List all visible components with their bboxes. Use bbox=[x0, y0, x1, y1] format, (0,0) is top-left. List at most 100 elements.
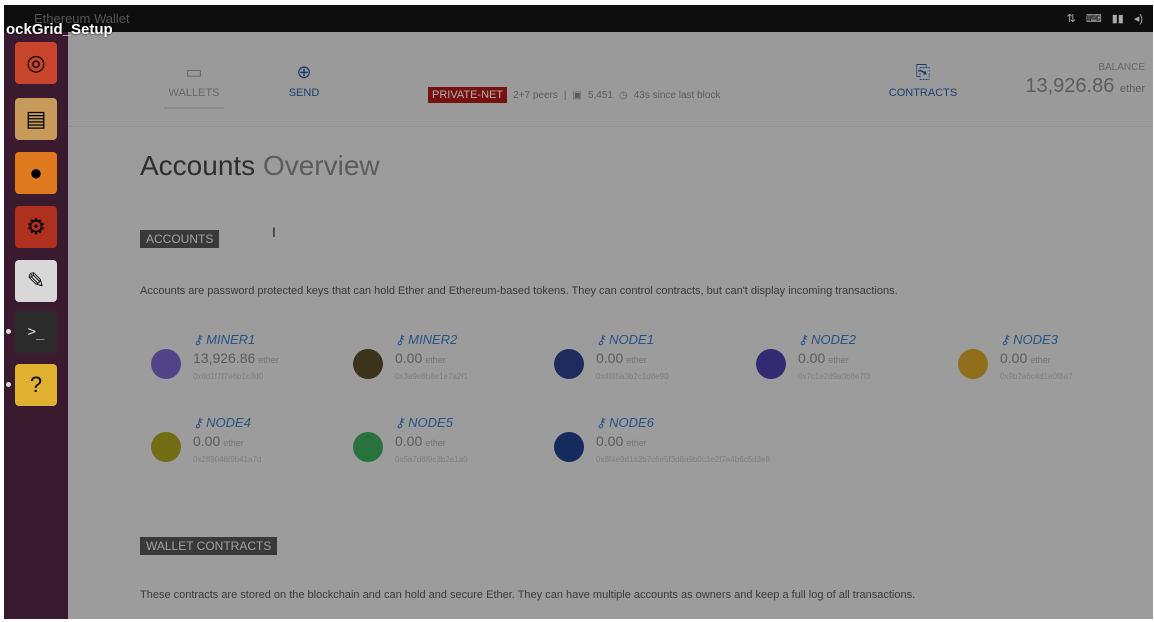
balance-display: BALANCE 13,926.86 ether bbox=[1025, 62, 1145, 98]
account-avatar bbox=[353, 349, 383, 379]
account-balance: 0.00 ether bbox=[596, 350, 647, 366]
account-name: ⚷ NODE3 bbox=[1000, 332, 1058, 347]
account-avatar bbox=[554, 349, 584, 379]
system-settings-icon: ⚙ bbox=[26, 214, 46, 239]
account-name-text: NODE4 bbox=[206, 415, 251, 430]
launcher-item[interactable]: ● bbox=[15, 152, 57, 194]
account-name-text: NODE2 bbox=[811, 332, 856, 347]
top-panel: Ethereum Wallet ⇅ ⌨ ▮▮ ◂) bbox=[4, 5, 1153, 32]
block-number: 5,451 bbox=[587, 89, 613, 101]
unity-launcher: ◎ ▤ ● ⚙ ✎ >_ ? bbox=[4, 32, 68, 619]
account-unit: ether bbox=[425, 438, 446, 448]
separator: | bbox=[563, 89, 567, 101]
account-amount: 13,926.86 bbox=[193, 350, 256, 366]
tab-send-label: SEND bbox=[288, 87, 320, 99]
account-name-text: MINER2 bbox=[408, 332, 458, 347]
network-icon[interactable]: ⇅ bbox=[1067, 12, 1076, 25]
account-name: ⚷ NODE5 bbox=[395, 415, 453, 430]
folder-icon: ▭ bbox=[185, 62, 203, 82]
account-name-text: NODE6 bbox=[609, 415, 654, 430]
page-title-bold: Accounts bbox=[140, 150, 256, 181]
network-status: PRIVATE-NET 2+7 peers | ▣ 5,451 ◷ 43s si… bbox=[428, 87, 720, 103]
firefox-icon: ● bbox=[29, 160, 43, 185]
account-name: ⚷ NODE6 bbox=[596, 415, 654, 430]
account-unit: ether bbox=[828, 355, 849, 365]
block-icon: ▣ bbox=[572, 89, 582, 101]
account-address: 0x8d1f7f7e6b1c3d0 bbox=[193, 372, 264, 381]
text-cursor-icon: I bbox=[272, 224, 276, 240]
top-nav: ▭ WALLETS ⊕ SEND PRIVATE-NET 2+7 peers |… bbox=[68, 32, 1153, 127]
account-address: 0x3a9e8b8e1e7a2f1 bbox=[395, 372, 468, 381]
account-address: 0x2ff9048f9b41a7d bbox=[193, 455, 262, 464]
account-unit: ether bbox=[626, 355, 647, 365]
account-card[interactable]: ⚷ MINER2 0.00 ether 0x3a9e8b8e1e7a2f1 bbox=[340, 332, 530, 388]
account-name: ⚷ NODE4 bbox=[193, 415, 251, 430]
account-name: ⚷ MINER2 bbox=[395, 332, 458, 347]
account-address: 0x9b2a6c4d1e0f8a7 bbox=[1000, 372, 1073, 381]
volume-icon[interactable]: ◂) bbox=[1134, 12, 1143, 25]
account-name-text: NODE1 bbox=[609, 332, 654, 347]
account-balance: 0.00 ether bbox=[596, 433, 647, 449]
terminal-icon: >_ bbox=[27, 324, 45, 340]
launcher-item[interactable]: ✎ bbox=[15, 260, 57, 302]
tab-wallets[interactable]: ▭ WALLETS bbox=[164, 62, 224, 109]
contracts-icon: ⎘ bbox=[915, 62, 931, 82]
account-card[interactable]: ⚷ NODE1 0.00 ether 0x4f85a3b2c1d8e90 bbox=[541, 332, 731, 388]
peer-count: 2+7 peers bbox=[513, 89, 558, 101]
account-avatar bbox=[151, 349, 181, 379]
account-balance: 13,926.86 ether bbox=[193, 350, 279, 366]
launcher-item[interactable]: ▤ bbox=[15, 98, 57, 140]
wallet-app: ▭ WALLETS ⊕ SEND PRIVATE-NET 2+7 peers |… bbox=[68, 32, 1153, 619]
account-avatar bbox=[554, 432, 584, 462]
account-card[interactable]: ⚷ NODE2 0.00 ether 0x7c1e2d9a0b8e7f3 bbox=[743, 332, 933, 388]
desktop-screen: Ethereum Wallet ⇅ ⌨ ▮▮ ◂) ◎ ▤ ● ⚙ ✎ >_ ?… bbox=[4, 5, 1153, 619]
account-amount: 0.00 bbox=[193, 433, 221, 449]
launcher-item[interactable]: ? bbox=[15, 364, 57, 406]
account-balance: 0.00 ether bbox=[798, 350, 849, 366]
keyboard-icon[interactable]: ⌨ bbox=[1086, 12, 1102, 25]
account-amount: 0.00 bbox=[395, 350, 423, 366]
account-card[interactable]: ⚷ NODE4 0.00 ether 0x2ff9048f9b41a7d bbox=[138, 415, 328, 471]
account-name: ⚷ MINER1 bbox=[193, 332, 256, 347]
launcher-item[interactable]: ◎ bbox=[15, 42, 57, 84]
files-icon: ▤ bbox=[25, 106, 47, 131]
account-avatar bbox=[756, 349, 786, 379]
account-avatar bbox=[958, 349, 988, 379]
text-editor-icon: ✎ bbox=[26, 268, 46, 293]
account-unit: ether bbox=[258, 355, 279, 365]
account-amount: 0.00 bbox=[596, 350, 624, 366]
account-name: ⚷ NODE1 bbox=[596, 332, 654, 347]
account-balance: 0.00 ether bbox=[193, 433, 244, 449]
tab-wallets-label: WALLETS bbox=[168, 87, 220, 99]
balance-label: BALANCE bbox=[1098, 62, 1145, 73]
account-name-text: NODE3 bbox=[1013, 332, 1058, 347]
account-amount: 0.00 bbox=[798, 350, 826, 366]
account-address: 0x8f4e9d1a2b7c6e5f3d8a9b0c1e2f7a4b6c5d3e… bbox=[596, 455, 770, 464]
tab-contracts[interactable]: ⎘ CONTRACTS bbox=[878, 62, 968, 99]
account-card[interactable]: ⚷ NODE5 0.00 ether 0x5a7d8f9c3b2e1a0 bbox=[340, 415, 530, 471]
clock-icon: ◷ bbox=[618, 89, 628, 101]
wallet-contracts-section-label: WALLET CONTRACTS bbox=[140, 537, 278, 555]
help-icon: ? bbox=[29, 372, 43, 397]
launcher-item[interactable]: ⚙ bbox=[15, 206, 57, 248]
private-net-badge: PRIVATE-NET bbox=[428, 87, 508, 103]
account-card[interactable]: ⚷ MINER1 13,926.86 ether 0x8d1f7f7e6b1c3d… bbox=[138, 332, 328, 388]
battery-icon[interactable]: ▮▮ bbox=[1112, 12, 1124, 25]
account-balance: 0.00 ether bbox=[395, 433, 446, 449]
account-name: ⚷ NODE2 bbox=[798, 332, 856, 347]
account-amount: 0.00 bbox=[395, 433, 423, 449]
account-card[interactable]: ⚷ NODE6 0.00 ether 0x8f4e9d1a2b7c6e5f3d8a… bbox=[541, 415, 871, 471]
account-amount: 0.00 bbox=[1000, 350, 1028, 366]
account-unit: ether bbox=[223, 438, 244, 448]
balance-unit: ether bbox=[1119, 83, 1145, 95]
account-balance: 0.00 ether bbox=[1000, 350, 1051, 366]
running-indicator bbox=[6, 382, 11, 387]
account-card[interactable]: ⚷ NODE3 0.00 ether 0x9b2a6c4d1e0f8a7 bbox=[945, 332, 1135, 388]
page-title: Accounts Overview bbox=[140, 150, 380, 182]
account-address: 0x7c1e2d9a0b8e7f3 bbox=[798, 372, 871, 381]
launcher-item[interactable]: >_ bbox=[15, 311, 57, 353]
account-balance: 0.00 ether bbox=[395, 350, 446, 366]
balance-amount: 13,926.86 bbox=[1025, 75, 1115, 97]
tab-send[interactable]: ⊕ SEND bbox=[274, 62, 334, 99]
account-name-text: MINER1 bbox=[206, 332, 256, 347]
